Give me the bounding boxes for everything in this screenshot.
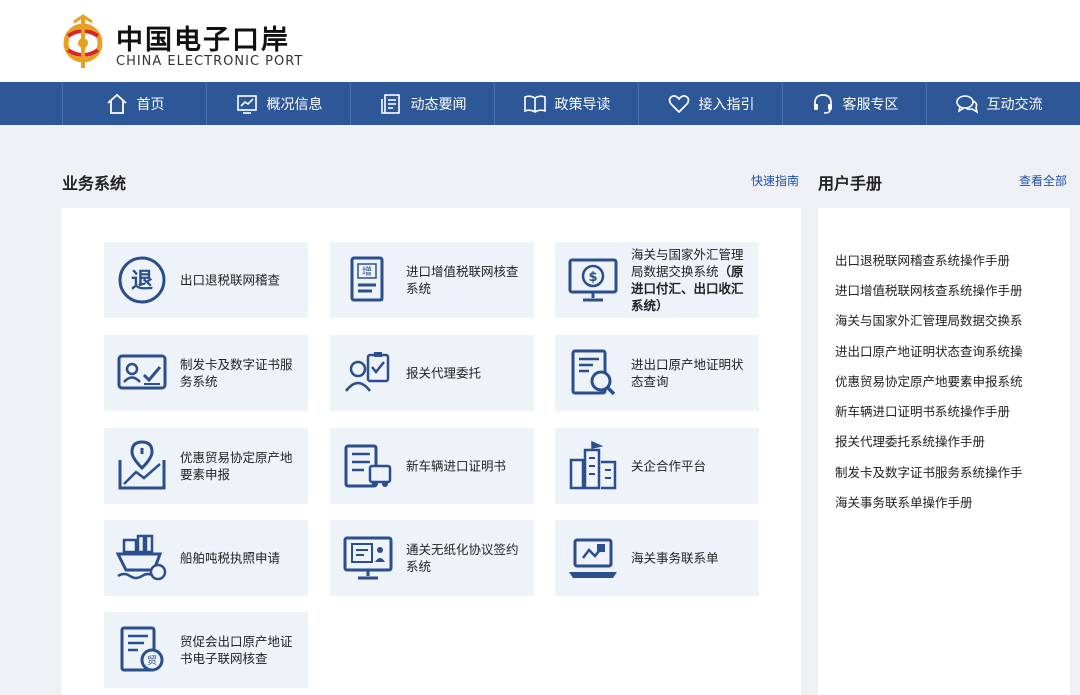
manual-link[interactable]: 进口增值税联网核查系统操作手册 bbox=[835, 280, 1060, 299]
nav-item-overview[interactable]: 概况信息 bbox=[206, 82, 350, 125]
card-label: 进口增值税联网核查系统 bbox=[406, 264, 519, 296]
nav-item-label: 概况信息 bbox=[266, 96, 323, 113]
system-card-customs-contact[interactable]: 海关事务联系单 bbox=[555, 520, 759, 596]
manual-link[interactable]: 出口退税联网稽查系统操作手册 bbox=[835, 250, 1060, 269]
map-pin-icon bbox=[118, 440, 166, 490]
svg-text:退: 退 bbox=[131, 269, 153, 294]
system-card-forex-exchange[interactable]: $ 海关与国家外汇管理局数据交换系统（原进口付汇、出口收汇系统） bbox=[555, 242, 759, 318]
vat-document-icon: 增 bbox=[350, 256, 384, 302]
system-card-card-certificate[interactable]: 制发卡及数字证书服务系统 bbox=[104, 335, 308, 411]
id-card-icon bbox=[117, 354, 167, 390]
site-logo-title[interactable]: 中国电子口岸 bbox=[116, 18, 290, 57]
card-label: 报关代理委托 bbox=[406, 365, 482, 381]
quick-guide-link[interactable]: 快速指南 bbox=[751, 172, 799, 189]
manual-link[interactable]: 海关事务联系单操作手册 bbox=[835, 492, 1060, 511]
nav-item-label: 互动交流 bbox=[986, 96, 1043, 113]
system-card-ccpit-certificate[interactable]: 贸 贸促会出口原产地证书电子联网核查 bbox=[104, 612, 308, 688]
card-label: 船舶吨税执照申请 bbox=[180, 550, 281, 566]
chat-icon bbox=[955, 94, 978, 114]
system-card-import-vat[interactable]: 增 进口增值税联网核查系统 bbox=[330, 242, 534, 318]
system-card-enterprise-cooperation[interactable]: 关企合作平台 bbox=[555, 428, 759, 504]
card-label: 进出口原产地证明状态查询 bbox=[631, 357, 744, 389]
heart-icon bbox=[668, 94, 689, 113]
certificate-icon: 贸 bbox=[120, 626, 164, 672]
currency-monitor-icon: $ bbox=[568, 258, 618, 302]
nav-item-news[interactable]: 动态要闻 bbox=[350, 82, 494, 125]
nav-item-label: 首页 bbox=[136, 96, 165, 113]
nav-item-label: 政策导读 bbox=[554, 96, 611, 113]
card-label: 海关事务联系单 bbox=[631, 550, 719, 566]
manual-link[interactable]: 优惠贸易协定原产地要素申报系统 bbox=[835, 371, 1060, 390]
manual-link[interactable]: 海关与国家外汇管理局数据交换系 bbox=[835, 310, 1060, 329]
ship-icon bbox=[116, 534, 167, 581]
system-card-ship-tonnage[interactable]: 船舶吨税执照申请 bbox=[104, 520, 308, 596]
home-icon bbox=[106, 93, 127, 114]
system-card-paperless-agreement[interactable]: 通关无纸化协议签约系统 bbox=[330, 520, 534, 596]
laptop-icon bbox=[569, 538, 617, 578]
view-all-link[interactable]: 查看全部 bbox=[1019, 172, 1067, 189]
vehicle-document-icon bbox=[344, 444, 392, 488]
manual-link[interactable]: 报关代理委托系统操作手册 bbox=[835, 431, 1060, 450]
card-label: 通关无纸化协议签约系统 bbox=[406, 542, 519, 574]
card-label: 贸促会出口原产地证书电子联网核查 bbox=[180, 634, 293, 666]
site-header: 中国电子口岸 CHINA ELECTRONIC PORT bbox=[0, 0, 1080, 82]
svg-text:增: 增 bbox=[362, 265, 372, 278]
system-card-customs-agent[interactable]: 报关代理委托 bbox=[330, 335, 534, 411]
nav-item-service[interactable]: 客服专区 bbox=[782, 82, 926, 125]
nav-item-interaction[interactable]: 互动交流 bbox=[926, 82, 1070, 125]
system-card-new-vehicle[interactable]: 新车辆进口证明书 bbox=[330, 428, 534, 504]
book-icon bbox=[523, 94, 546, 113]
news-icon bbox=[380, 93, 400, 114]
paperless-monitor-icon bbox=[343, 536, 393, 580]
card-label: 关企合作平台 bbox=[631, 458, 707, 474]
buildings-icon bbox=[569, 440, 617, 490]
svg-text:贸: 贸 bbox=[147, 655, 157, 667]
svg-text:$: $ bbox=[588, 270, 597, 285]
system-card-preferential-origin[interactable]: 优惠贸易协定原产地要素申报 bbox=[104, 428, 308, 504]
headset-icon bbox=[813, 93, 832, 114]
nav-item-label: 接入指引 bbox=[698, 96, 755, 113]
chart-icon bbox=[236, 94, 257, 114]
tax-refund-icon: 退 bbox=[118, 256, 166, 304]
nav-item-access-guide[interactable]: 接入指引 bbox=[638, 82, 782, 125]
system-card-origin-status[interactable]: 进出口原产地证明状态查询 bbox=[555, 335, 759, 411]
nav-item-home[interactable]: 首页 bbox=[62, 82, 206, 125]
nav-item-policy[interactable]: 政策导读 bbox=[494, 82, 638, 125]
manual-link[interactable]: 制发卡及数字证书服务系统操作手 bbox=[835, 462, 1060, 481]
business-section-title: 业务系统 bbox=[62, 174, 127, 193]
card-label: 出口退税联网稽查 bbox=[180, 272, 281, 288]
agent-clipboard-icon bbox=[345, 352, 390, 392]
manual-link[interactable]: 进出口原产地证明状态查询系统操 bbox=[835, 341, 1060, 360]
site-logo-subtitle: CHINA ELECTRONIC PORT bbox=[116, 54, 304, 69]
main-nav: 首页 概况信息 动态要闻 政策导读 接入指引 客服专区 互动交流 bbox=[0, 82, 1080, 125]
card-label: 优惠贸易协定原产地要素申报 bbox=[180, 450, 293, 482]
manual-link[interactable]: 新车辆进口证明书系统操作手册 bbox=[835, 401, 1060, 420]
card-label: 制发卡及数字证书服务系统 bbox=[180, 357, 293, 389]
nav-item-label: 动态要闻 bbox=[410, 96, 467, 113]
document-search-icon bbox=[571, 349, 616, 396]
system-card-export-tax-refund[interactable]: 退 出口退税联网稽查 bbox=[104, 242, 308, 318]
manuals-section-title: 用户手册 bbox=[818, 174, 883, 193]
customs-emblem-icon[interactable] bbox=[60, 14, 106, 72]
card-label: 新车辆进口证明书 bbox=[406, 458, 507, 474]
nav-item-label: 客服专区 bbox=[842, 96, 899, 113]
card-label: 海关与国家外汇管理局数据交换系统（原进口付汇、出口收汇系统） bbox=[631, 246, 755, 314]
